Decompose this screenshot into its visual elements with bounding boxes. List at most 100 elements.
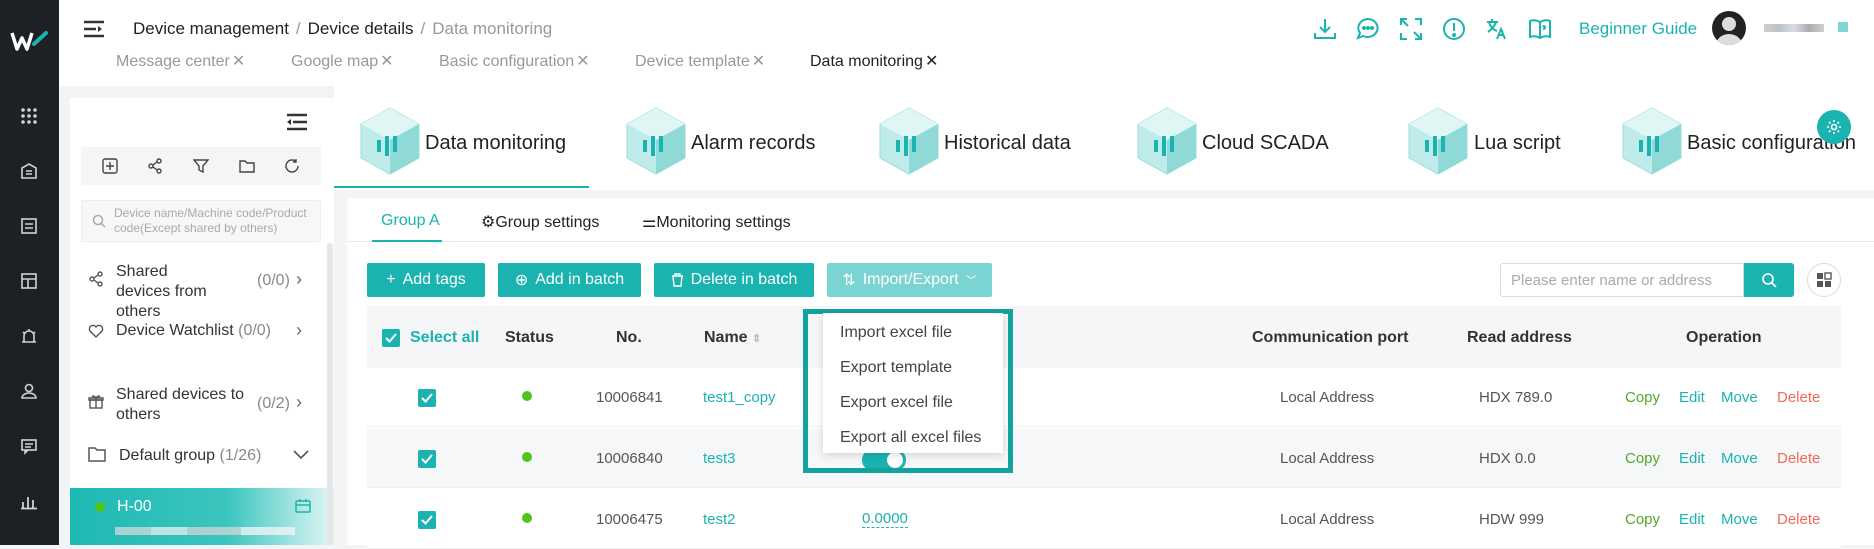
table-row[interactable] [367,368,1841,427]
close-icon[interactable]: ✕ [925,53,938,70]
grid-view-button[interactable] [1807,263,1841,297]
search-button[interactable] [1744,263,1794,297]
add-tags-button[interactable]: + Add tags [367,263,485,297]
tab-data-monitoring[interactable]: Data monitoring ✕ [810,51,938,71]
translate-icon[interactable] [1484,16,1510,42]
edit-link[interactable]: Edit [1679,511,1705,528]
row-checkbox[interactable] [418,511,436,529]
scrollbar[interactable] [327,243,333,545]
select-all-checkbox[interactable] [382,329,400,347]
calendar-icon[interactable] [295,499,311,513]
device-search-input[interactable]: Device name/Machine code/Product code(Ex… [81,200,321,242]
delete-link[interactable]: Delete [1777,450,1820,467]
shared-from-others-item[interactable]: Shared devices from others [116,262,226,322]
chevron-right-icon[interactable]: › [296,269,302,290]
tab-basic-configuration[interactable]: Basic configuration ✕ [439,51,590,71]
table-row[interactable] [367,490,1841,549]
tab-group-a[interactable]: Group A [381,212,440,230]
row-no: 10006475 [596,511,663,528]
delete-link[interactable]: Delete [1777,389,1820,406]
function-tab-label[interactable]: Alarm records [691,132,815,155]
row-checkbox[interactable] [418,389,436,407]
subtab-divider [347,241,1874,242]
tag-search-input[interactable]: Please enter name or address [1500,263,1744,297]
close-icon[interactable]: ✕ [232,53,245,70]
folder-icon [88,447,106,462]
message-icon[interactable] [18,435,40,457]
tab-google-map[interactable]: Google map ✕ [291,51,394,71]
tab-message-center[interactable]: Message center ✕ [116,51,245,71]
folder-icon[interactable] [237,156,257,176]
user-name-blurred[interactable] [1764,24,1824,32]
move-link[interactable]: Move [1721,450,1758,467]
download-icon[interactable] [1312,16,1338,42]
close-icon[interactable]: ✕ [576,53,589,70]
menu-item-export-template[interactable]: Export template [840,359,952,377]
function-tab-label[interactable]: Cloud SCADA [1202,132,1329,155]
tag-value[interactable]: 0.0000 [862,511,908,528]
copy-link[interactable]: Copy [1625,389,1660,406]
row-checkbox[interactable] [418,450,436,468]
plus-circle-icon: ⊕ [514,272,529,289]
chart-icon[interactable] [18,490,40,512]
row-name[interactable]: test1_copy [703,389,776,406]
shared-to-others-item[interactable]: Shared devices to others [116,385,246,425]
user-icon[interactable] [18,380,40,402]
close-icon[interactable]: ✕ [380,53,393,70]
tab-group-settings[interactable]: ⚙Group settings [481,212,599,232]
delete-link[interactable]: Delete [1777,511,1820,528]
function-tab-label[interactable]: Historical data [944,132,1071,155]
select-all-label[interactable]: Select all [410,329,479,347]
selected-device-item[interactable] [70,488,334,545]
list-icon[interactable] [18,215,40,237]
device-watchlist-item[interactable]: Device Watchlist (0/0) [116,322,271,340]
add-in-batch-button[interactable]: ⊕ Add in batch [498,263,641,297]
move-link[interactable]: Move [1721,389,1758,406]
tab-device-template[interactable]: Device template ✕ [635,51,765,71]
settings-gear-icon[interactable] [1817,110,1851,144]
filter-icon[interactable] [191,156,211,176]
chevron-right-icon[interactable]: › [296,392,302,413]
user-menu-icon[interactable] [1838,22,1848,32]
tab-monitoring-settings[interactable]: ⚌Monitoring settings [642,212,791,232]
breadcrumb-item[interactable]: Device management [133,19,289,38]
share-icon[interactable] [145,156,165,176]
sort-icon[interactable]: ⇕ [752,333,761,345]
fullscreen-icon[interactable] [1398,16,1424,42]
row-name[interactable]: test3 [703,450,736,467]
collapse-panel-icon[interactable] [287,113,307,131]
copy-link[interactable]: Copy [1625,511,1660,528]
menu-item-import-excel[interactable]: Import excel file [840,324,952,342]
beginner-guide-link[interactable]: Beginner Guide [1579,19,1697,39]
refresh-icon[interactable] [282,156,302,176]
breadcrumb-item[interactable]: Device details [308,19,414,38]
close-icon[interactable]: ✕ [752,53,765,70]
col-name[interactable]: Name ⇕ [704,329,761,347]
apps-icon[interactable] [18,105,40,127]
row-name[interactable]: test2 [703,511,736,528]
chat-icon[interactable] [1355,16,1381,42]
menu-item-export-excel[interactable]: Export excel file [840,394,953,412]
alarm-icon[interactable] [18,325,40,347]
add-square-icon[interactable] [100,156,120,176]
edit-link[interactable]: Edit [1679,389,1705,406]
function-tab-label[interactable]: Lua script [1474,132,1561,155]
table-header [367,306,1841,368]
book-icon[interactable] [1527,16,1553,42]
default-group-item[interactable]: Default group (1/26) [119,447,261,465]
info-icon[interactable] [1441,16,1467,42]
avatar[interactable] [1712,11,1746,45]
function-tab-label[interactable]: Data monitoring [425,132,566,155]
chevron-down-icon[interactable] [293,450,309,460]
edit-link[interactable]: Edit [1679,450,1705,467]
dashboard-icon[interactable] [18,270,40,292]
menu-item-export-all[interactable]: Export all excel files [840,429,981,447]
building-icon[interactable] [18,160,40,182]
move-link[interactable]: Move [1721,511,1758,528]
chevron-right-icon[interactable]: › [296,320,302,341]
table-row[interactable] [367,429,1841,488]
delete-in-batch-button[interactable]: Delete in batch [654,263,814,297]
copy-link[interactable]: Copy [1625,450,1660,467]
import-export-button[interactable]: ⇅ Import/Export ﹀ [827,263,992,297]
menu-toggle-icon[interactable] [84,20,104,38]
